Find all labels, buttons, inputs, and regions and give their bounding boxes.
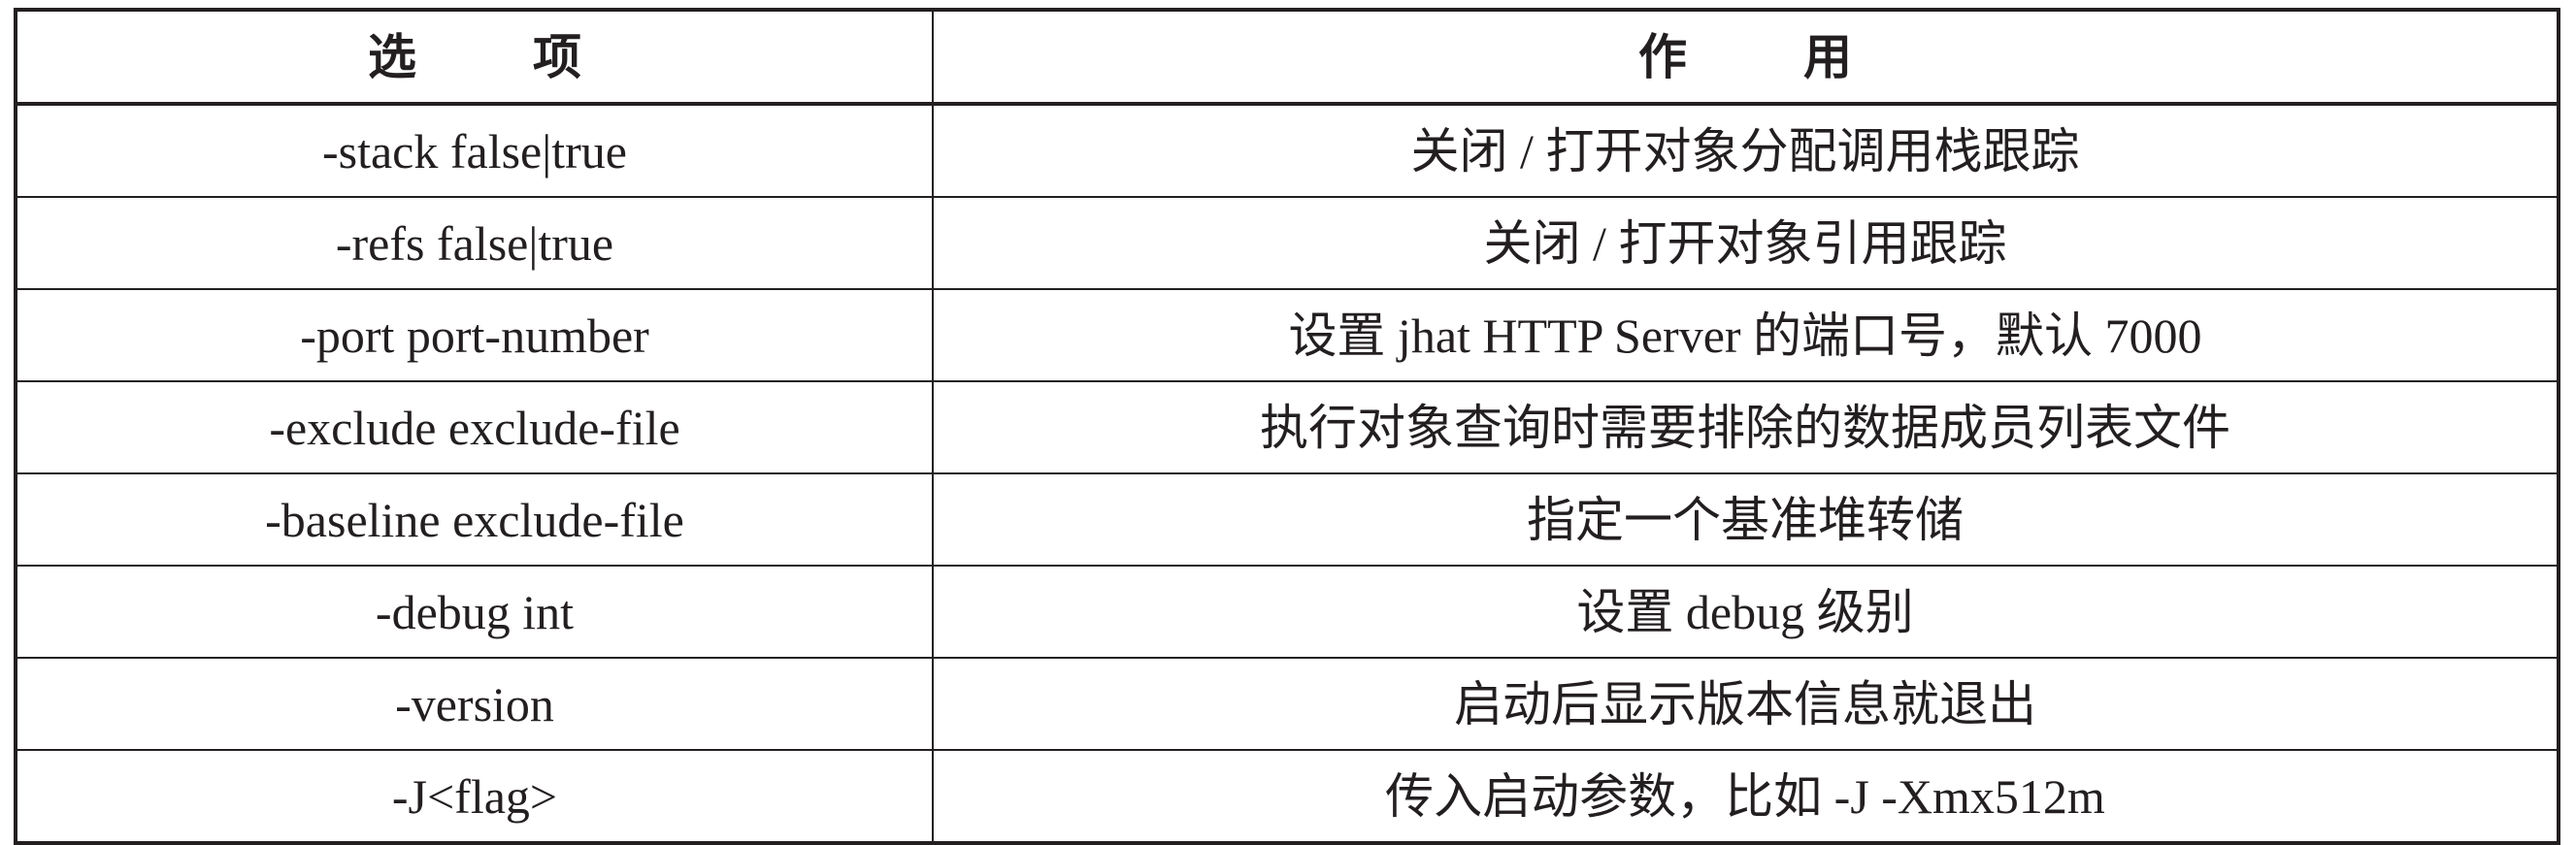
- header-purpose-char-2: 用: [1803, 28, 1852, 85]
- purpose-cell: 设置 jhat HTTP Server 的端口号，默认 7000: [932, 288, 2559, 382]
- option-cell: -exclude exclude-file: [15, 380, 934, 474]
- header-option: 选项: [15, 9, 934, 106]
- table-row: -baseline exclude-file 指定一个基准堆转储: [15, 472, 2559, 567]
- option-cell: -version: [15, 657, 934, 751]
- header-option-char-1: 选: [368, 28, 416, 85]
- table-row: -debug int 设置 debug 级别: [15, 565, 2559, 659]
- options-table-container: 选项 作用 -stack false|true 关闭 / 打开对象分配调用栈跟踪…: [14, 8, 2560, 845]
- option-cell: -debug int: [15, 565, 934, 659]
- purpose-cell: 传入启动参数，比如 -J -Xmx512m: [932, 749, 2559, 844]
- purpose-cell: 执行对象查询时需要排除的数据成员列表文件: [932, 380, 2559, 474]
- purpose-cell: 指定一个基准堆转储: [932, 472, 2559, 567]
- header-purpose-char-1: 作: [1638, 28, 1687, 85]
- option-cell: -baseline exclude-file: [15, 472, 934, 567]
- option-cell: -refs false|true: [15, 196, 934, 290]
- option-cell: -port port-number: [15, 288, 934, 382]
- table-row: -J<flag> 传入启动参数，比如 -J -Xmx512m: [15, 749, 2559, 844]
- table-row: -refs false|true 关闭 / 打开对象引用跟踪: [15, 196, 2559, 290]
- table-row: -exclude exclude-file 执行对象查询时需要排除的数据成员列表…: [15, 380, 2559, 474]
- purpose-cell: 设置 debug 级别: [932, 565, 2559, 659]
- header-purpose: 作用: [932, 9, 2559, 106]
- option-cell: -stack false|true: [15, 103, 934, 198]
- header-option-char-2: 项: [533, 28, 581, 85]
- table-header-row: 选项 作用: [15, 9, 2559, 106]
- purpose-cell: 关闭 / 打开对象分配调用栈跟踪: [932, 103, 2559, 198]
- table-row: -stack false|true 关闭 / 打开对象分配调用栈跟踪: [15, 103, 2559, 198]
- table-row: -port port-number 设置 jhat HTTP Server 的端…: [15, 288, 2559, 382]
- purpose-cell: 关闭 / 打开对象引用跟踪: [932, 196, 2559, 290]
- purpose-cell: 启动后显示版本信息就退出: [932, 657, 2559, 751]
- options-table: 选项 作用 -stack false|true 关闭 / 打开对象分配调用栈跟踪…: [14, 8, 2560, 845]
- option-cell: -J<flag>: [15, 749, 934, 844]
- table-row: -version 启动后显示版本信息就退出: [15, 657, 2559, 751]
